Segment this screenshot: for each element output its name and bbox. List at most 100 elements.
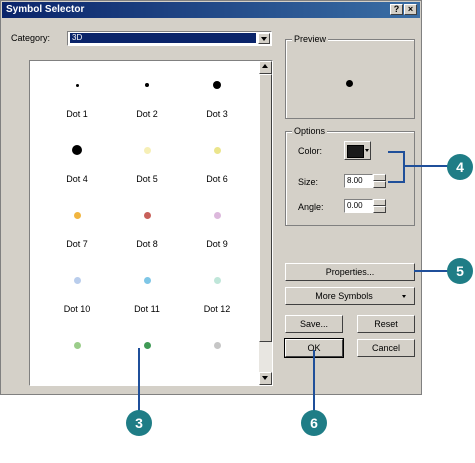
symbol-label: Dot 10 <box>63 304 91 314</box>
save-label: Save... <box>299 319 328 329</box>
symbol-list[interactable]: Dot 1 Dot 2 Dot 3 Dot 4 Dot 5 Dot 6 Dot 7 Dot 8… <box>29 60 273 386</box>
chevron-down-icon <box>365 149 369 152</box>
help-button[interactable]: ? <box>390 4 403 15</box>
symbol-label: Dot 11 <box>134 304 160 314</box>
callout-4: 4 <box>447 154 473 180</box>
window-title: Symbol Selector <box>6 4 85 15</box>
symbol-item[interactable]: Dot 4 <box>42 136 112 196</box>
symbol-item[interactable]: Dot 5 <box>112 136 182 196</box>
symbol-dot-icon <box>213 276 221 284</box>
symbol-dot-icon <box>73 341 81 349</box>
size-input[interactable]: 8.00 <box>344 174 373 188</box>
callout-6-leader <box>313 350 315 418</box>
size-stepper[interactable]: 8.00 <box>344 174 386 188</box>
symbol-item[interactable]: Dot 10 <box>42 266 112 326</box>
properties-button[interactable]: Properties... <box>285 263 415 281</box>
reset-button[interactable]: Reset <box>357 315 415 333</box>
scroll-up-button[interactable] <box>259 61 272 74</box>
symbol-label: Dot 12 <box>203 304 231 314</box>
category-dropdown[interactable]: 3D <box>67 31 272 46</box>
symbol-label: Dot 6 <box>206 174 228 184</box>
cancel-label: Cancel <box>371 343 400 353</box>
symbol-dot-icon <box>143 341 151 349</box>
close-button[interactable]: × <box>404 4 417 15</box>
callout-6: 6 <box>301 410 327 436</box>
symbol-label: Dot 9 <box>206 239 228 249</box>
preview-title: Preview <box>292 34 329 44</box>
angle-label: Angle: <box>298 202 324 212</box>
callout-4-leader-vertical <box>403 151 405 183</box>
symbol-dot-icon <box>145 83 149 87</box>
symbol-item[interactable]: Dot 8 <box>112 201 182 261</box>
scroll-down-button[interactable] <box>259 372 272 385</box>
vertical-scrollbar[interactable] <box>259 61 272 385</box>
options-group: Options Color: Size: 8.00 Angle: 0.00 <box>285 126 415 226</box>
symbol-dot-icon <box>213 211 221 219</box>
chevron-down-icon <box>262 376 268 380</box>
symbol-label: Dot 5 <box>136 174 158 184</box>
symbol-dot-icon <box>73 276 81 284</box>
cancel-button[interactable]: Cancel <box>357 339 415 357</box>
preview-group: Preview <box>285 34 415 119</box>
symbol-item[interactable]: Dot 6 <box>182 136 252 196</box>
symbol-dot-icon <box>143 211 151 219</box>
symbol-item[interactable]: Dot 7 <box>42 201 112 261</box>
symbol-dot-icon <box>213 341 221 349</box>
color-picker-button[interactable] <box>344 141 371 160</box>
chevron-up-icon <box>262 64 268 68</box>
color-swatch <box>347 145 364 158</box>
symbol-dot-icon <box>213 81 221 89</box>
angle-decrement-button[interactable] <box>373 206 386 213</box>
chevron-down-icon <box>261 37 267 41</box>
symbol-item[interactable]: Dot 1 <box>42 71 112 131</box>
symbol-item[interactable]: Dot 2 <box>112 71 182 131</box>
symbol-selector-dialog: Symbol Selector ? × Category: 3D Dot 1 Do… <box>0 0 422 395</box>
callout-5-leader <box>414 270 450 272</box>
symbol-label: Dot 2 <box>136 109 158 119</box>
options-title: Options <box>292 126 328 136</box>
callout-4-leader-bottom <box>388 181 404 183</box>
scroll-thumb[interactable] <box>259 74 272 342</box>
symbol-dot-icon <box>72 145 82 155</box>
symbol-item[interactable]: Dot 9 <box>182 201 252 261</box>
size-decrement-button[interactable] <box>373 181 386 188</box>
category-dropdown-button[interactable] <box>258 33 270 44</box>
category-label: Category: <box>11 33 51 43</box>
symbol-label: Dot 1 <box>66 109 88 119</box>
symbol-dot-icon <box>73 211 81 219</box>
properties-label: Properties... <box>325 267 375 277</box>
chevron-down-icon <box>402 295 406 298</box>
symbol-label: Dot 4 <box>66 174 88 184</box>
symbol-item[interactable] <box>42 331 112 385</box>
reset-label: Reset <box>374 319 398 329</box>
callout-3-leader <box>138 348 140 418</box>
save-button[interactable]: Save... <box>285 315 343 333</box>
callout-4-leader <box>403 165 451 167</box>
symbol-item[interactable] <box>182 331 252 385</box>
angle-input[interactable]: 0.00 <box>344 199 373 213</box>
angle-increment-button[interactable] <box>373 199 386 206</box>
symbol-item[interactable]: Dot 12 <box>182 266 252 326</box>
symbol-dot-icon <box>75 83 79 87</box>
size-increment-button[interactable] <box>373 174 386 181</box>
callout-4-leader-top <box>388 151 404 153</box>
more-symbols-button[interactable]: More Symbols <box>285 287 415 305</box>
color-label: Color: <box>298 146 323 156</box>
symbol-dot-icon <box>213 146 221 154</box>
preview-symbol <box>346 80 353 87</box>
angle-stepper[interactable]: 0.00 <box>344 199 386 213</box>
callout-3: 3 <box>126 410 152 436</box>
title-bar: Symbol Selector ? × <box>2 2 420 18</box>
symbol-dot-icon <box>143 276 151 284</box>
category-value: 3D <box>70 33 256 43</box>
callout-5: 5 <box>447 258 473 284</box>
symbol-label: Dot 8 <box>136 239 158 249</box>
symbol-item[interactable]: Dot 3 <box>182 71 252 131</box>
symbol-item[interactable]: Dot 11 <box>112 266 182 326</box>
symbol-label: Dot 7 <box>66 239 88 249</box>
symbol-dot-icon <box>143 146 151 154</box>
symbol-item[interactable] <box>112 331 182 385</box>
more-symbols-label: More Symbols <box>315 291 373 301</box>
size-label: Size: <box>298 177 319 187</box>
symbol-label: Dot 3 <box>206 109 228 119</box>
